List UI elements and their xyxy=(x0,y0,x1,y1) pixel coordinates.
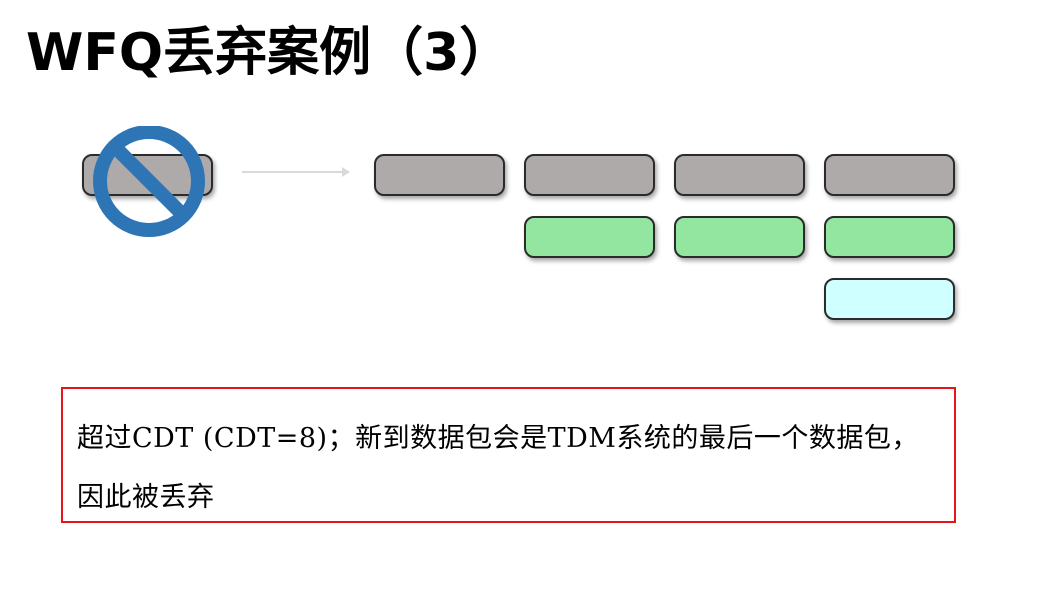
queue-3-packet-green xyxy=(674,216,805,258)
prohibited-icon xyxy=(93,126,205,237)
note-text: 超过CDT (CDT=8)；新到数据包会是TDM系统的最后一个数据包，因此被丢弃 xyxy=(77,423,919,513)
queue-1-packet-gray xyxy=(374,154,505,196)
queue-4-packet-gray xyxy=(824,154,955,196)
flow-arrow xyxy=(242,167,350,177)
queue-2-packet-gray xyxy=(524,154,655,196)
queue-4-packet-green xyxy=(824,216,955,258)
slide-title: WFQ丢弃案例（3） xyxy=(26,23,512,83)
queue-4-packet-cyan xyxy=(824,278,955,320)
queue-3-packet-gray xyxy=(674,154,805,196)
queue-2-packet-green xyxy=(524,216,655,258)
note-box: 超过CDT (CDT=8)；新到数据包会是TDM系统的最后一个数据包，因此被丢弃 xyxy=(61,387,956,523)
